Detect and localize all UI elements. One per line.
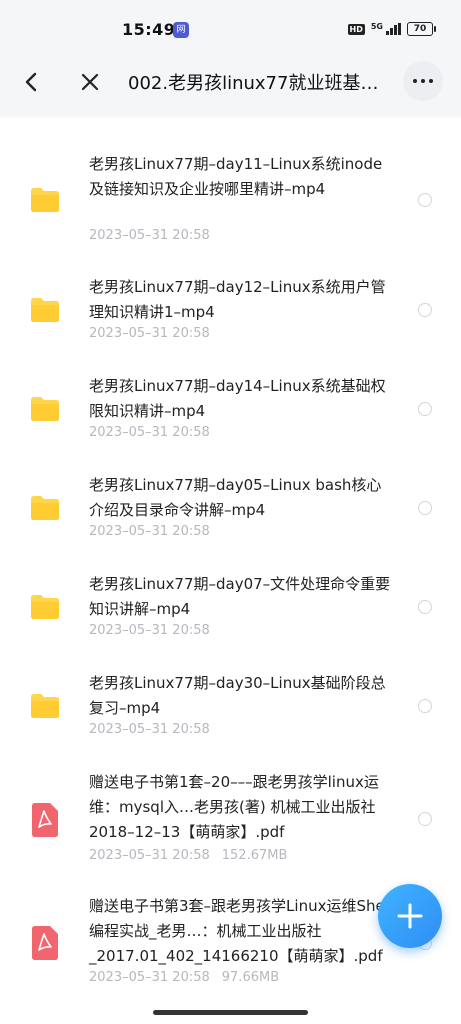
- add-button[interactable]: [378, 884, 442, 948]
- file-meta: 2023–05–31 20:58 152.67MB: [89, 848, 287, 863]
- back-icon[interactable]: [18, 68, 46, 96]
- nav-bar: 002.老男孩linux77就业班基…: [0, 48, 461, 116]
- file-name: 老男孩Linux77期–day30–Linux基础阶段总复习–mp4: [89, 674, 386, 717]
- select-radio[interactable]: [418, 402, 432, 416]
- file-date: 2023–05–31 20:58: [89, 326, 210, 341]
- file-name: 赠送电子书第1套–20–––跟老男孩学linux运维：mysql入…老男孩(著)…: [89, 773, 379, 841]
- close-icon[interactable]: [76, 68, 104, 96]
- select-radio[interactable]: [418, 303, 432, 317]
- file-name: 老男孩Linux77期–day14–Linux系统基础权限知识精讲–mp4: [89, 377, 386, 420]
- folder-icon: [30, 495, 60, 521]
- file-size: 152.67MB: [221, 848, 288, 863]
- file-name: 老男孩Linux77期–day07–文件处理命令重要知识讲解–mp4: [89, 575, 391, 618]
- file-date: 2023–05–31 20:58: [89, 722, 210, 737]
- file-name: 老男孩Linux77期–day12–Linux系统用户管理知识精讲1–mp4: [89, 278, 386, 321]
- file-date: 2023–05–31 20:58: [89, 970, 210, 985]
- status-time: 15:49: [122, 20, 176, 39]
- file-name: 赠送电子书第3套–跟老男孩学Linux运维Shell编程实战_老男…：机械工业出…: [89, 897, 394, 965]
- hd-badge: HD: [347, 23, 365, 35]
- folder-icon: [30, 594, 60, 620]
- select-radio[interactable]: [418, 699, 432, 713]
- folder-icon: [30, 693, 60, 719]
- file-meta: 2023–05–31 20:58 97.66MB: [89, 970, 279, 985]
- file-name: 老男孩Linux77期–day05–Linux bash核心介绍及目录命令讲解–…: [89, 476, 382, 519]
- file-size: 97.66MB: [221, 970, 280, 985]
- signal-icon: [386, 23, 401, 35]
- pdf-icon: [32, 926, 62, 960]
- plus-icon: [397, 903, 423, 929]
- select-radio[interactable]: [418, 600, 432, 614]
- folder-icon: [30, 187, 60, 213]
- file-name: 老男孩Linux77期–day11–Linux系统inode及链接知识及企业按哪…: [89, 155, 383, 198]
- select-radio[interactable]: [418, 501, 432, 515]
- folder-icon: [30, 297, 60, 323]
- select-radio[interactable]: [418, 812, 432, 826]
- status-bar: 15:49 网 HD 5G 70: [0, 0, 461, 48]
- folder-icon: [30, 396, 60, 422]
- more-icon[interactable]: [403, 61, 443, 101]
- notification-app-icon: 网: [173, 22, 189, 38]
- file-date: 2023–05–31 20:58: [89, 848, 210, 863]
- file-date: 2023–05–31 20:58: [89, 623, 210, 638]
- file-date: 2023–05–31 20:58: [89, 425, 210, 440]
- page-title: 002.老男孩linux77就业班基…: [128, 73, 379, 94]
- file-date: 2023–05–31 20:58: [89, 524, 210, 539]
- status-indicators: HD 5G 70: [347, 21, 436, 36]
- file-date: 2023–05–31 20:58: [89, 228, 210, 243]
- home-indicator[interactable]: [153, 1010, 308, 1015]
- battery-icon: 70: [407, 22, 436, 36]
- select-radio[interactable]: [418, 193, 432, 207]
- pdf-icon: [32, 803, 62, 837]
- network-type: 5G: [370, 21, 383, 31]
